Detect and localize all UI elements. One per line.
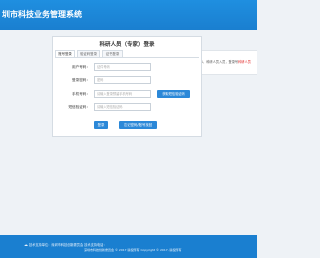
system-title: 圳市科技业务管理系统 <box>2 10 82 19</box>
tab-certificate-login[interactable]: 证书登录 <box>102 50 123 57</box>
top-header: 圳市科技业务管理系统 <box>0 0 257 30</box>
password-label: 登录密码： <box>72 78 90 82</box>
footer-support-line: ☁技术支持单位：深圳市科技创新委员会 技术支持电话： <box>24 242 107 247</box>
cloud-icon: ☁ <box>24 242 28 247</box>
notice-prefix: 1、科研人员入员，登录号 <box>201 60 239 64</box>
login-button[interactable]: 登录 <box>94 121 108 129</box>
password-row: 登录密码： <box>53 76 203 85</box>
account-label: 用户号码： <box>72 65 90 69</box>
tab-account-login[interactable]: 账号登录 <box>55 50 75 57</box>
footer: ☁技术支持单位：深圳市科技创新委员会 技术支持电话： 深圳市科技创新委员会 © … <box>0 235 257 258</box>
phone-input[interactable] <box>94 90 151 98</box>
account-input[interactable] <box>94 63 151 71</box>
footer-support-text: 技术支持单位：深圳市科技创新委员会 技术支持电话： <box>29 243 107 247</box>
login-title: 科研人员（专家）登录 <box>99 42 155 48</box>
password-input[interactable] <box>94 76 151 84</box>
tab-sms-login[interactable]: 验证码登录 <box>77 50 100 57</box>
sms-code-input[interactable] <box>94 103 151 111</box>
phone-row: 手机号码： 获取短信验证码 <box>53 90 203 99</box>
get-sms-code-button[interactable]: 获取短信验证码 <box>157 90 190 98</box>
notice-highlight: 科研人员 <box>238 60 251 64</box>
login-tabs: 账号登录 验证码登录 证书登录 <box>55 50 199 58</box>
forgot-password-button[interactable]: 忘记密码/账号找回 <box>119 121 157 129</box>
sms-code-row: 短信验证码： <box>53 103 203 112</box>
phone-label: 手机号码： <box>72 92 90 96</box>
sms-code-label: 短信验证码： <box>68 105 90 109</box>
account-row: 用户号码： <box>53 63 203 72</box>
notice-panel: 1、科研人员入员，登录号科研人员 <box>197 50 257 75</box>
footer-copyright: 深圳市科技创新委员会 © 2017 版权所有 Copyright © 2017,… <box>84 248 182 252</box>
notice-text: 1、科研人员入员，登录号科研人员 <box>201 59 251 64</box>
